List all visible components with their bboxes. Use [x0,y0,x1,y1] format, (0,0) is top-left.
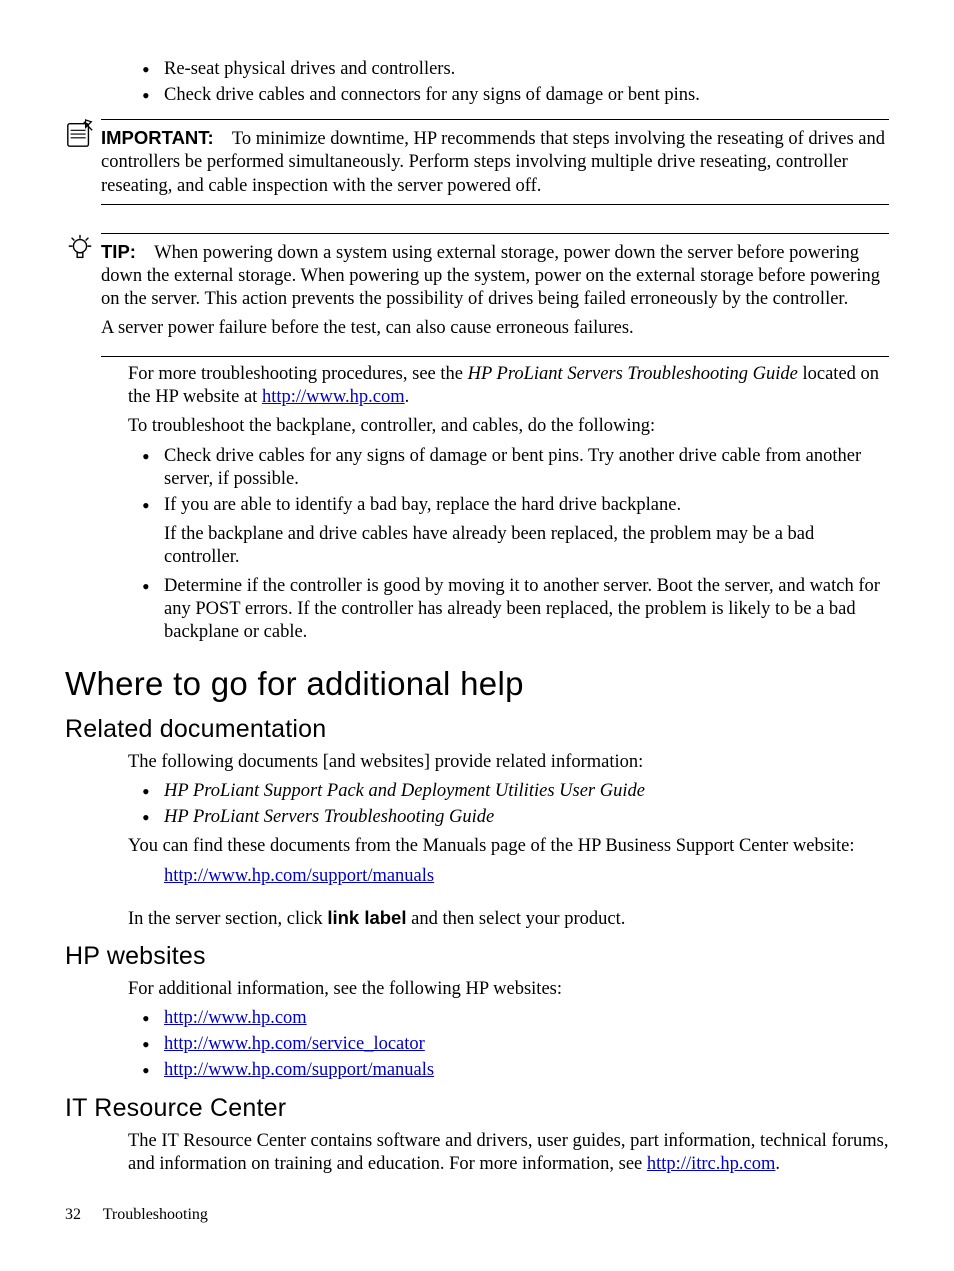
trouble-guide-post: . [405,387,410,407]
subsection-heading: HP websites [65,941,889,972]
list-item: Re-seat physical drives and controllers. [128,58,889,81]
trouble-guide-title: HP ProLiant Servers Troubleshooting Guid… [468,364,798,384]
troubleshoot-intro: To troubleshoot the backplane, controlle… [128,415,889,438]
subsection-heading: IT Resource Center [65,1093,889,1124]
bullet-text: Re-seat physical drives and controllers. [164,59,455,79]
important-label: IMPORTANT: [101,127,214,148]
related-intro: The following documents [and websites] p… [128,751,889,774]
hp-link[interactable]: http://www.hp.com [164,1008,307,1028]
list-item: http://www.hp.com [128,1007,889,1030]
trouble-guide-pre: For more troubleshooting procedures, see… [128,364,468,384]
page-number: 32 [65,1206,81,1223]
subsection-heading: Related documentation [65,714,889,745]
bullet-text: Check drive cables and connectors for an… [164,85,700,105]
list-item: http://www.hp.com/service_locator [128,1033,889,1056]
itrc-link[interactable]: http://itrc.hp.com [647,1154,775,1174]
server-section-pre: In the server section, click [128,909,327,929]
list-item: Check drive cables and connectors for an… [128,84,889,107]
bullet-text: If you are able to identify a bad bay, r… [164,495,681,515]
tip-label: TIP: [101,241,136,262]
list-item: HP ProLiant Servers Troubleshooting Guid… [128,806,889,829]
list-item: HP ProLiant Support Pack and Deployment … [128,780,889,803]
bullet-text: Determine if the controller is good by m… [164,576,880,642]
bullet-text: Check drive cables for any signs of dama… [164,446,861,489]
note-icon [65,119,101,156]
important-note: IMPORTANT: To minimize downtime, HP reco… [65,119,889,204]
after-tip-block: For more troubleshooting procedures, see… [128,363,889,644]
service-locator-link[interactable]: http://www.hp.com/service_locator [164,1034,425,1054]
tip-text-2: A server power failure before the test, … [101,317,889,340]
hpweb-intro: For additional information, see the foll… [128,978,889,1001]
tip-icon [65,233,101,270]
top-bullet-block: Re-seat physical drives and controllers.… [128,58,889,107]
list-item: Check drive cables for any signs of dama… [128,445,889,491]
section-heading: Where to go for additional help [65,663,889,704]
related-p2: You can find these documents from the Ma… [128,835,889,858]
itrc-post: . [775,1154,780,1174]
link-label-bold: link label [327,907,406,928]
hp-link[interactable]: http://www.hp.com [262,387,405,407]
doc-title: HP ProLiant Support Pack and Deployment … [164,781,645,801]
list-item: http://www.hp.com/support/manuals [128,1059,889,1082]
doc-title: HP ProLiant Servers Troubleshooting Guid… [164,807,494,827]
page-footer: 32 Troubleshooting [65,1205,208,1225]
manuals-link[interactable]: http://www.hp.com/support/manuals [164,1060,434,1080]
manuals-link[interactable]: http://www.hp.com/support/manuals [164,866,434,886]
server-section-post: and then select your product. [406,909,625,929]
bullet-subtext: If the backplane and drive cables have a… [164,523,889,569]
list-item: If you are able to identify a bad bay, r… [128,494,889,569]
footer-section: Troubleshooting [103,1206,208,1223]
list-item: Determine if the controller is good by m… [128,575,889,644]
tip-text-1: When powering down a system using extern… [101,243,880,309]
tip-note: TIP: When powering down a system using e… [65,233,889,358]
important-text: To minimize downtime, HP recommends that… [101,129,885,195]
